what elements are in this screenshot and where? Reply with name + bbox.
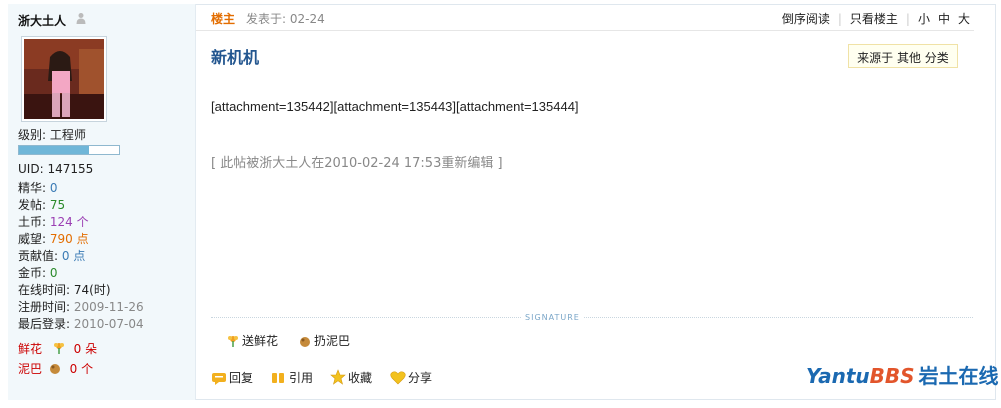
- reg-value: 2009-11-26: [73, 300, 144, 314]
- level-label: 级别:: [18, 128, 47, 142]
- contrib-value: 0 点: [61, 249, 86, 263]
- prestige-label: 威望:: [18, 232, 47, 246]
- font-small-link[interactable]: 小: [910, 12, 934, 26]
- floor-label: 楼主: [211, 12, 236, 26]
- edit-note: [ 此帖被浙大土人在2010-02-24 17:53重新编辑 ]: [211, 156, 503, 171]
- share-label: 分享: [408, 371, 433, 385]
- post-header: 楼主 发表于: 02-24 倒序阅读 | 只看楼主 | 小中大: [196, 4, 974, 31]
- favorite-label: 收藏: [348, 371, 373, 385]
- gold-label: 金币:: [18, 266, 47, 280]
- coins-row: 土币: 124 个: [18, 213, 89, 230]
- throw-mud-button[interactable]: 扔泥巴: [298, 332, 350, 349]
- flowers-label: 鲜花: [18, 342, 43, 356]
- reply-button[interactable]: 回复: [211, 369, 253, 386]
- flowers-value: 0 朵: [73, 342, 98, 356]
- prestige-value: 790 点: [49, 232, 89, 246]
- post-title: 新机机: [211, 48, 260, 67]
- send-flower-button[interactable]: 送鲜花: [226, 332, 278, 349]
- digest-label: 精华:: [18, 181, 47, 195]
- uid-label: UID:: [18, 162, 44, 176]
- star-icon: [330, 369, 346, 385]
- reply-label: 回复: [229, 371, 254, 385]
- avatar[interactable]: [21, 36, 107, 122]
- source-badge[interactable]: 来源于 其他 分类: [848, 44, 958, 68]
- contrib-row: 贡献值: 0 点: [18, 247, 85, 264]
- favorite-button[interactable]: 收藏: [330, 369, 372, 386]
- last-login-row: 最后登录: 2010-07-04: [18, 315, 144, 332]
- posted-time: 发表于: 02-24: [246, 12, 325, 26]
- font-mid-link[interactable]: 中: [934, 12, 954, 26]
- uid-value: 147155: [47, 162, 94, 176]
- online-label: 在线时间:: [18, 283, 71, 297]
- reply-icon: [212, 373, 226, 385]
- uid-row: UID: 147155: [18, 162, 93, 176]
- site-logo: YantuBBS 岩土在线: [806, 360, 999, 389]
- flower-icon: [53, 343, 64, 354]
- flowers-row: 鲜花 0 朵: [18, 340, 97, 357]
- avatar-photo: [24, 39, 104, 119]
- last-login-label: 最后登录:: [18, 317, 71, 331]
- quote-label: 引用: [289, 371, 314, 385]
- post-main: 楼主 发表于: 02-24 倒序阅读 | 只看楼主 | 小中大 新机机 来源于 其他 分…: [196, 4, 999, 400]
- contrib-label: 贡献值:: [18, 249, 59, 263]
- posts-value: 75: [49, 198, 66, 212]
- author-sidebar: 浙大土人 级别: 工程师 UID: 147155 精华: 0 发帖: 75 土币…: [8, 4, 196, 400]
- mud-label: 泥巴: [18, 362, 43, 376]
- reg-label: 注册时间:: [18, 300, 71, 314]
- coins-value: 124 个: [49, 215, 89, 229]
- signature-divider: [211, 317, 973, 318]
- quote-icon: [272, 373, 284, 383]
- posts-row: 发帖: 75: [18, 196, 65, 213]
- share-button[interactable]: 分享: [390, 369, 432, 386]
- mud-value: 0 个: [69, 362, 94, 376]
- online-value: 74(时): [73, 283, 111, 297]
- heart-icon: [390, 371, 406, 385]
- mud-icon: [300, 337, 310, 347]
- prestige-row: 威望: 790 点: [18, 230, 89, 247]
- coins-label: 土币:: [18, 215, 47, 229]
- posts-label: 发帖:: [18, 198, 47, 212]
- post-body: [attachment=135442][attachment=135443][a…: [211, 99, 579, 114]
- level-progress-bar: [18, 145, 120, 155]
- reg-row: 注册时间: 2009-11-26: [18, 298, 144, 315]
- header-links: 倒序阅读 | 只看楼主 | 小中大: [774, 10, 974, 27]
- signature-label: SIGNATURE: [521, 313, 584, 322]
- quote-button[interactable]: 引用: [271, 369, 313, 386]
- throw-mud-label: 扔泥巴: [314, 334, 351, 348]
- level-value: 工程师: [49, 128, 86, 142]
- user-offline-icon: [76, 13, 86, 24]
- level-progress-fill: [19, 146, 89, 154]
- last-login-value: 2010-07-04: [73, 317, 144, 331]
- gold-row: 金币: 0: [18, 264, 58, 281]
- gold-value: 0: [49, 266, 58, 280]
- level-row: 级别: 工程师: [18, 126, 86, 143]
- mud-row: 泥巴 0 个: [18, 360, 93, 377]
- send-flower-label: 送鲜花: [242, 334, 279, 348]
- flower-icon: [228, 336, 238, 347]
- online-row: 在线时间: 74(时): [18, 281, 111, 298]
- logo-part2: BBS: [869, 364, 915, 388]
- only-author-link[interactable]: 只看楼主: [842, 12, 906, 26]
- logo-part3: 岩土在线: [918, 364, 999, 388]
- font-big-link[interactable]: 大: [954, 12, 974, 26]
- logo-part1: Yantu: [806, 364, 870, 388]
- author-name[interactable]: 浙大土人: [18, 12, 66, 29]
- digest-row: 精华: 0: [18, 179, 58, 196]
- reverse-read-link[interactable]: 倒序阅读: [774, 12, 838, 26]
- mud-icon: [49, 364, 60, 374]
- digest-value: 0: [49, 181, 58, 195]
